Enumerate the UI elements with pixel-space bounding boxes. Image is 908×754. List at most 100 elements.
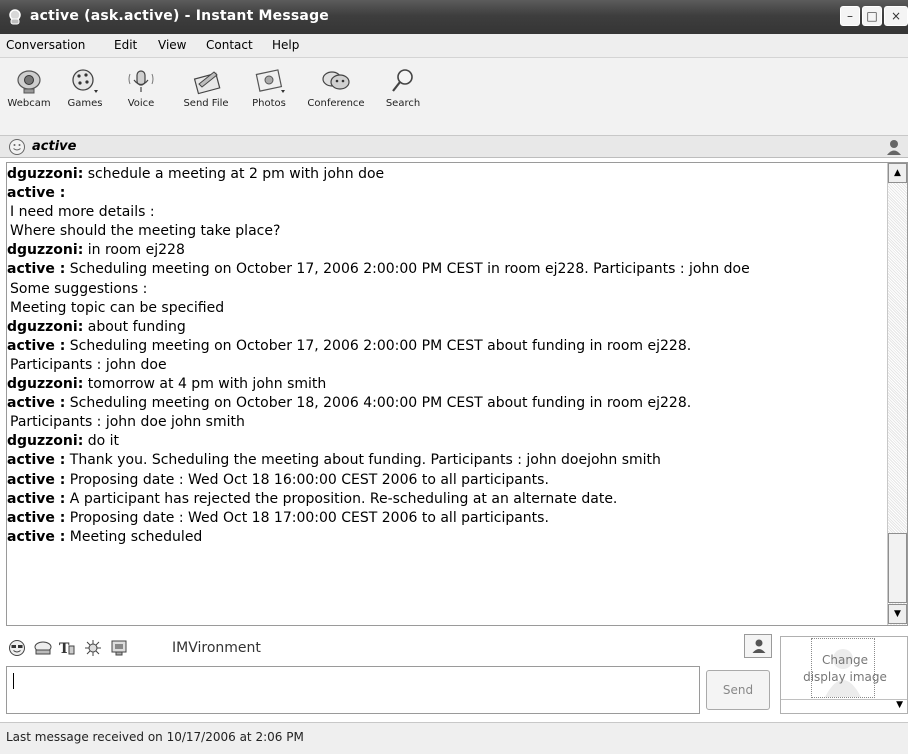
- scroll-up-button[interactable]: ▲: [888, 163, 907, 183]
- games-icon: [72, 69, 98, 93]
- change-display-image-link[interactable]: Change display image: [781, 652, 908, 686]
- emoticon-icon[interactable]: [8, 639, 26, 657]
- message-sender: active :: [7, 185, 66, 202]
- message-text: I need more details :: [10, 204, 155, 221]
- message-line: active : Scheduling meeting on October 1…: [7, 260, 887, 279]
- conference-button[interactable]: Conference: [300, 66, 372, 109]
- message-text: Proposing date : Wed Oct 18 16:00:00 CES…: [65, 471, 549, 488]
- message-line: I need more details :: [7, 203, 887, 222]
- message-text: Participants : john doe john smith: [10, 414, 245, 431]
- wink-icon[interactable]: [34, 639, 52, 657]
- message-text: Thank you. Scheduling the meeting about …: [65, 452, 661, 469]
- voice-icon: [128, 70, 154, 92]
- imvironment-icon[interactable]: [110, 639, 128, 657]
- title-bar[interactable]: active (ask.active) - Instant Message – …: [0, 0, 908, 34]
- smiley-icon: [9, 139, 25, 155]
- menu-view[interactable]: View: [158, 38, 186, 52]
- messenger-app-icon: [9, 9, 21, 25]
- display-image-label: display image: [803, 670, 887, 684]
- close-button[interactable]: ×: [884, 6, 908, 26]
- message-line: Meeting topic can be specified: [7, 299, 887, 318]
- message-sender: active :: [7, 452, 66, 469]
- maximize-button[interactable]: □: [862, 6, 882, 26]
- conversation-history[interactable]: dguzzoni: schedule a meeting at 2 pm wit…: [6, 162, 908, 626]
- message-line: active : A participant has rejected the …: [7, 490, 887, 509]
- window-title: active (ask.active) - Instant Message: [30, 8, 329, 24]
- message-text: Participants : john doe: [10, 356, 167, 373]
- contact-name[interactable]: active: [32, 139, 76, 154]
- webcam-button[interactable]: Webcam: [4, 66, 54, 109]
- message-text: in room ej228: [83, 242, 185, 259]
- webcam-label: Webcam: [7, 98, 51, 109]
- chevron-down-icon: ▼: [896, 700, 903, 710]
- send-button[interactable]: Send: [706, 670, 770, 710]
- message-sender: active :: [7, 261, 66, 278]
- contact-details-icon[interactable]: [886, 138, 902, 156]
- message-text: Where should the meeting take place?: [10, 223, 281, 240]
- message-input[interactable]: [6, 666, 700, 714]
- message-text: do it: [83, 433, 120, 450]
- status-text: Last message received on 10/17/2006 at 2…: [6, 730, 304, 744]
- games-label: Games: [67, 98, 103, 109]
- conference-label: Conference: [307, 98, 365, 109]
- contact-bar: active: [0, 136, 908, 158]
- message-line: active : Scheduling meeting on October 1…: [7, 394, 887, 413]
- message-sender: active :: [7, 490, 66, 507]
- message-line: Participants : john doe: [7, 356, 887, 375]
- scroll-thumb[interactable]: [888, 533, 907, 603]
- status-bar: Last message received on 10/17/2006 at 2…: [0, 722, 908, 754]
- message-sender: dguzzoni:: [7, 433, 84, 450]
- message-text: schedule a meeting at 2 pm with john doe: [83, 166, 385, 182]
- message-line: dguzzoni: schedule a meeting at 2 pm wit…: [7, 165, 887, 184]
- photos-icon: [255, 69, 285, 93]
- message-text: about funding: [83, 318, 186, 335]
- sparkle-icon[interactable]: [84, 639, 102, 657]
- message-line: dguzzoni: in room ej228: [7, 241, 887, 260]
- voice-button[interactable]: Voice: [116, 66, 166, 109]
- display-image-dropdown[interactable]: ▼: [781, 699, 907, 714]
- message-sender: dguzzoni:: [7, 318, 84, 335]
- message-list: dguzzoni: schedule a meeting at 2 pm wit…: [7, 163, 887, 625]
- send-file-label: Send File: [183, 98, 229, 109]
- message-sender: active :: [7, 528, 66, 545]
- conference-icon: [322, 71, 350, 90]
- message-line: active : Proposing date : Wed Oct 18 17:…: [7, 509, 887, 528]
- message-line: Some suggestions :: [7, 280, 887, 299]
- format-toolbar: T IMVironment: [0, 630, 780, 664]
- message-text: Some suggestions :: [10, 280, 148, 297]
- menu-conversation[interactable]: Conversation: [6, 38, 85, 52]
- message-line: Participants : john doe john smith: [7, 413, 887, 432]
- imvironment-label[interactable]: IMVironment: [172, 640, 261, 656]
- search-icon: [392, 69, 413, 92]
- message-sender: dguzzoni:: [7, 166, 84, 182]
- message-text: Scheduling meeting on October 17, 2006 2…: [65, 261, 750, 278]
- buddy-info-button[interactable]: [744, 634, 772, 658]
- message-text: Proposing date : Wed Oct 18 17:00:00 CES…: [65, 509, 549, 526]
- menu-contact[interactable]: Contact: [206, 38, 253, 52]
- message-sender: dguzzoni:: [7, 242, 84, 259]
- font-icon[interactable]: T: [58, 639, 76, 657]
- search-label: Search: [385, 98, 421, 109]
- message-line: dguzzoni: tomorrow at 4 pm with john smi…: [7, 375, 887, 394]
- conversation-scrollbar[interactable]: ▲ ▼: [887, 163, 907, 625]
- message-sender: active :: [7, 471, 66, 488]
- message-line: active : Thank you. Scheduling the meeti…: [7, 451, 887, 470]
- message-line: active : Meeting scheduled: [7, 528, 887, 547]
- display-image-panel[interactable]: Change display image ▼: [780, 636, 908, 714]
- scroll-down-button[interactable]: ▼: [888, 604, 907, 624]
- voice-label: Voice: [127, 98, 155, 109]
- minimize-button[interactable]: –: [840, 6, 860, 26]
- games-button[interactable]: Games: [60, 66, 110, 109]
- message-text: Scheduling meeting on October 18, 2006 4…: [65, 395, 692, 412]
- webcam-icon: [17, 70, 41, 94]
- send-file-icon: [193, 71, 221, 95]
- menu-edit[interactable]: Edit: [114, 38, 137, 52]
- person-icon: [752, 639, 766, 653]
- menu-bar: Conversation Edit View Contact Help: [0, 34, 908, 58]
- message-line: dguzzoni: do it: [7, 432, 887, 451]
- send-file-button[interactable]: Send File: [176, 66, 236, 109]
- photos-button[interactable]: Photos: [244, 66, 294, 109]
- menu-help[interactable]: Help: [272, 38, 299, 52]
- search-button[interactable]: Search: [378, 66, 428, 109]
- photos-label: Photos: [252, 98, 286, 109]
